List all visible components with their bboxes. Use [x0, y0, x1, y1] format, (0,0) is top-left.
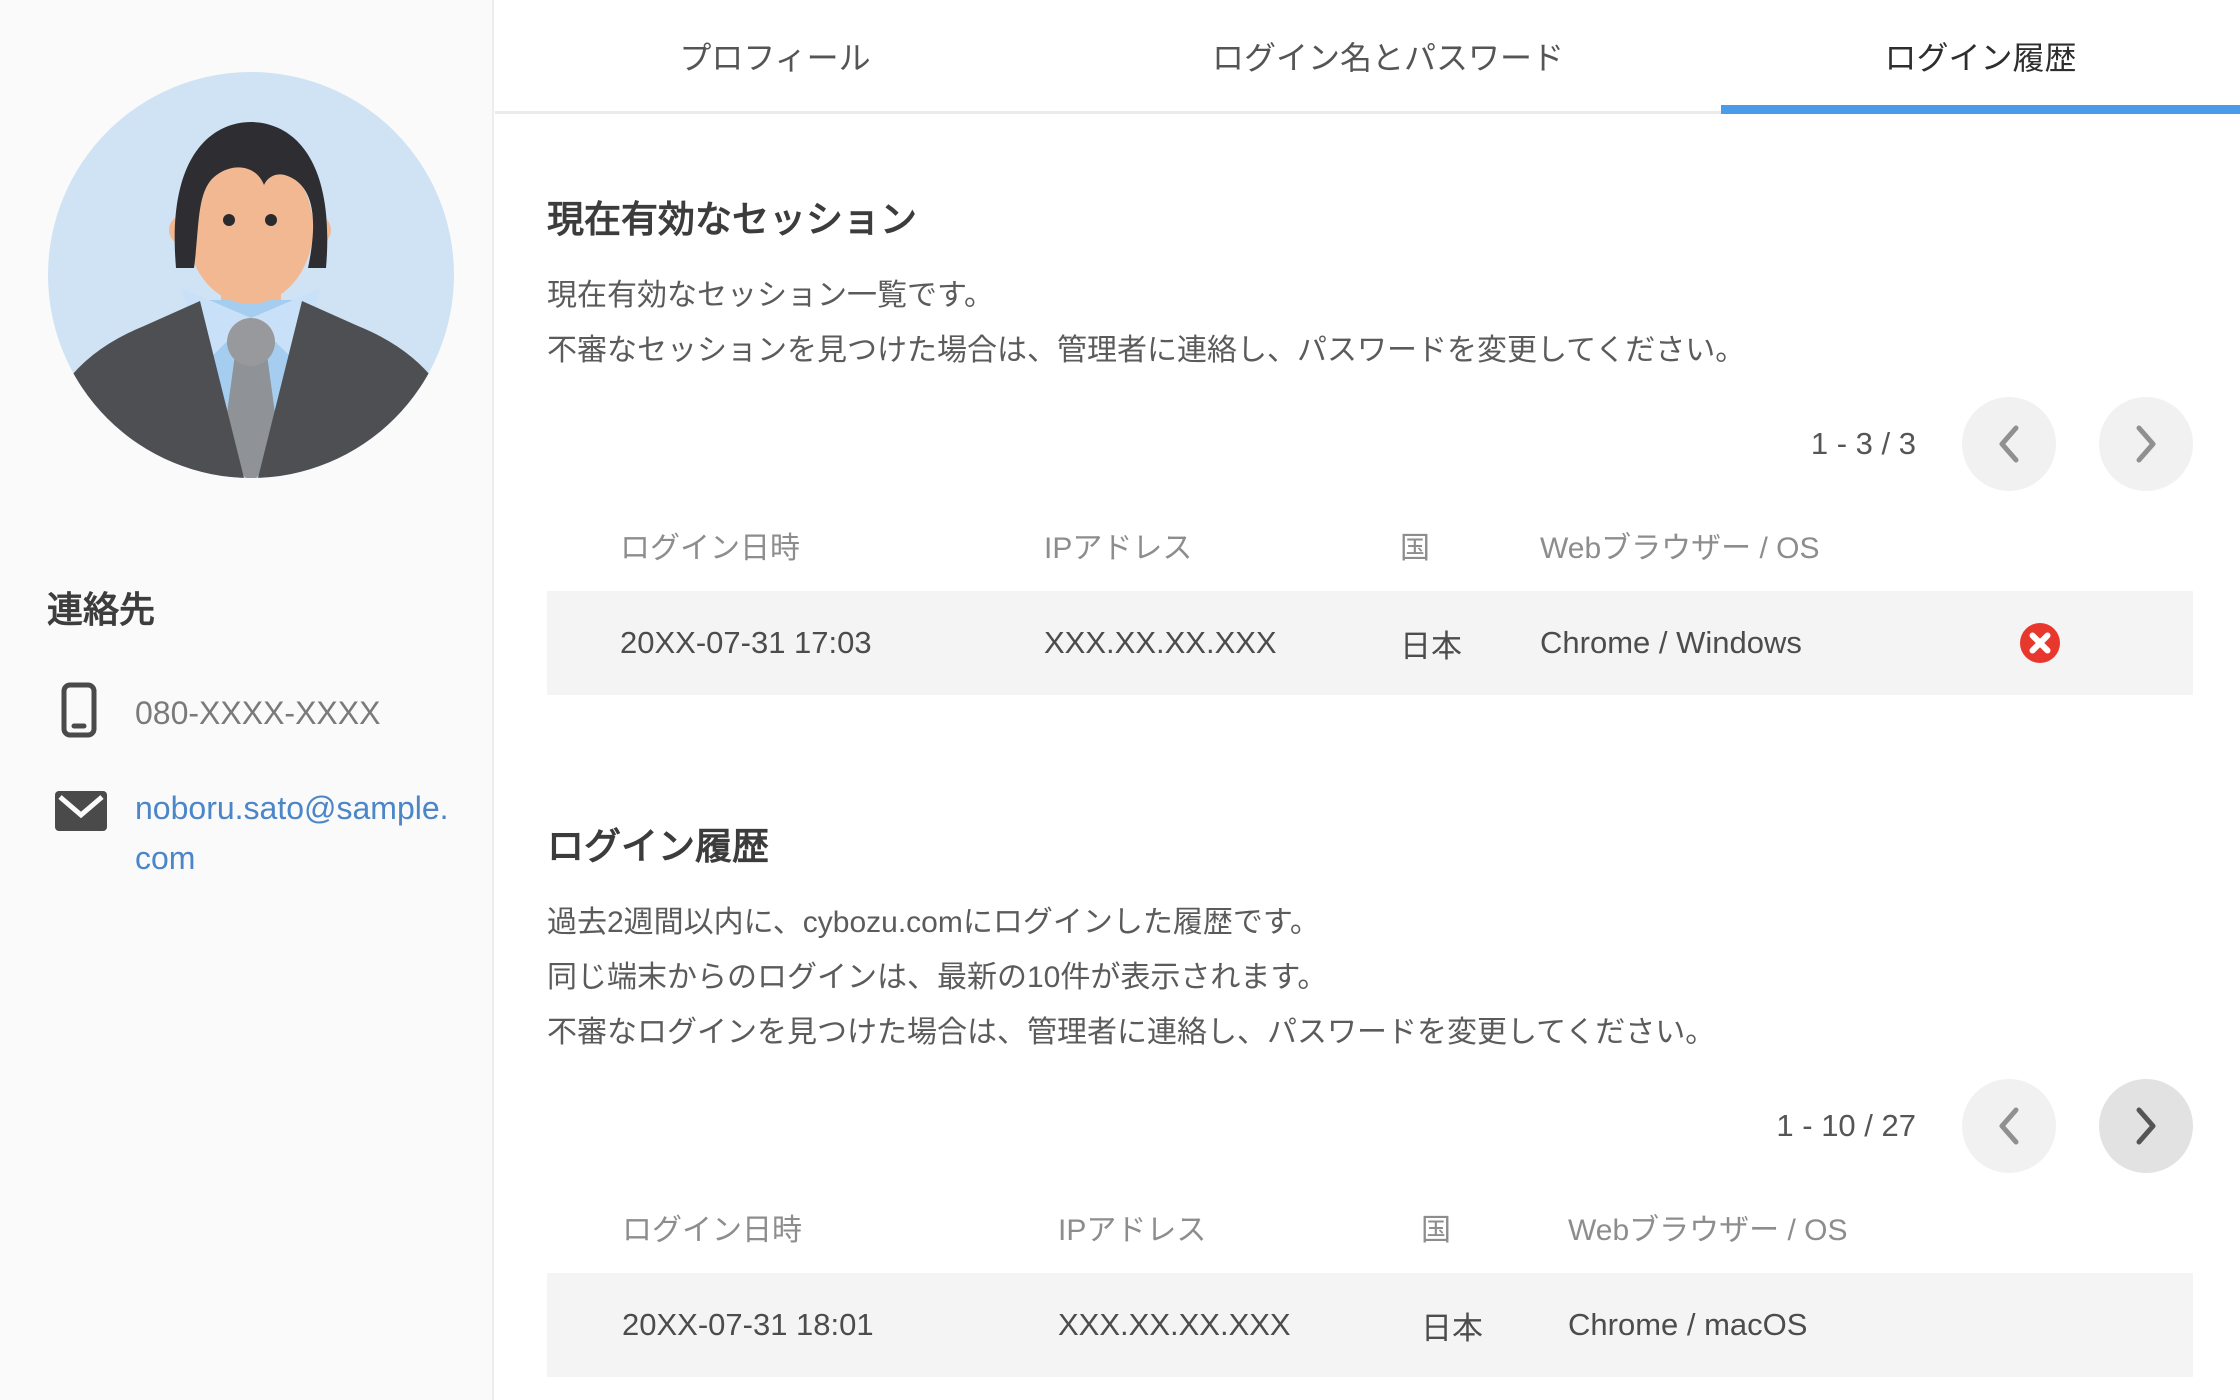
description-line: 不審なセッションを見つけた場合は、管理者に連絡し、パスワードを変更してください。: [547, 323, 2193, 378]
history-pagination: 1 - 10 / 27: [547, 1079, 2193, 1173]
session-browser-os: Chrome / Windows: [1540, 625, 1802, 661]
history-prev-page-button[interactable]: [1962, 1079, 2056, 1173]
history-country: 日本: [1421, 1303, 1568, 1348]
contact-phone-row: 080-XXXX-XXXX: [47, 682, 467, 743]
column-header-ip: IPアドレス: [1044, 523, 1400, 567]
column-header-browser-os: Webブラウザー / OS: [1568, 1205, 2193, 1249]
contact-email-link[interactable]: noboru.sato@sample.com: [135, 783, 455, 883]
history-datetime: 20XX-07-31 18:01: [622, 1307, 1058, 1343]
user-login-history-page: { "sidebar": { "avatar_icon": "user-avat…: [0, 0, 2240, 1400]
session-country: 日本: [1400, 621, 1540, 666]
history-ip: XXX.XX.XX.XXX: [1058, 1307, 1421, 1343]
delete-session-button[interactable]: [2019, 622, 2061, 664]
user-avatar-illustration: [48, 72, 454, 478]
chevron-left-icon: [1994, 422, 2024, 466]
contact-heading: 連絡先: [47, 588, 467, 632]
contact-phone: 080-XXXX-XXXX: [135, 687, 380, 739]
column-header-country: 国: [1400, 523, 1540, 567]
sessions-table-header: ログイン日時 IPアドレス 国 Webブラウザー / OS: [547, 515, 2193, 575]
history-table-header: ログイン日時 IPアドレス 国 Webブラウザー / OS: [547, 1197, 2193, 1257]
sessions-page-range: 1 - 3 / 3: [1811, 426, 1916, 462]
login-history-description: 過去2週間以内に、cybozu.comにログインした履歴です。 同じ端末からのロ…: [547, 895, 2193, 1060]
session-ip: XXX.XX.XX.XXX: [1044, 625, 1400, 661]
description-line: 同じ端末からのログインは、最新の10件が表示されます。: [547, 950, 2193, 1005]
tab-bar: プロフィール ログイン名とパスワード ログイン履歴: [495, 0, 2240, 114]
history-page-range: 1 - 10 / 27: [1776, 1108, 1916, 1144]
chevron-right-icon: [2131, 1104, 2161, 1148]
chevron-left-icon: [1994, 1104, 2024, 1148]
column-header-datetime: ログイン日時: [620, 523, 1044, 567]
column-header-country: 国: [1421, 1205, 1568, 1249]
circle-x-icon: [2019, 622, 2061, 664]
active-sessions-description: 現在有効なセッション一覧です。 不審なセッションを見つけた場合は、管理者に連絡し…: [547, 268, 2193, 378]
tab-login-history[interactable]: ログイン履歴: [1721, 0, 2240, 111]
active-sessions-title: 現在有効なセッション: [547, 198, 2193, 242]
active-sessions-section: 現在有効なセッション 現在有効なセッション一覧です。 不審なセッションを見つけた…: [547, 198, 2193, 695]
session-browser-cell: Chrome / Windows: [1540, 622, 2193, 664]
session-table-row: 20XX-07-31 17:03 XXX.XX.XX.XXX 日本 Chrome…: [547, 591, 2193, 695]
user-avatar: [48, 72, 454, 478]
description-line: 不審なログインを見つけた場合は、管理者に連絡し、パスワードを変更してください。: [547, 1005, 2193, 1060]
main-panel: プロフィール ログイン名とパスワード ログイン履歴 現在有効なセッション 現在有…: [495, 0, 2240, 1400]
contact-section: 連絡先 080-XXXX-XXXX noboru.sato@sample.com: [47, 588, 467, 923]
description-line: 現在有効なセッション一覧です。: [547, 268, 2193, 323]
mobile-phone-icon: [61, 682, 97, 743]
tab-content: 現在有効なセッション 現在有効なセッション一覧です。 不審なセッションを見つけた…: [495, 198, 2240, 1377]
column-header-browser-os: Webブラウザー / OS: [1540, 523, 2193, 567]
history-next-page-button[interactable]: [2099, 1079, 2193, 1173]
description-line: 過去2週間以内に、cybozu.comにログインした履歴です。: [547, 895, 2193, 950]
history-browser-os: Chrome / macOS: [1568, 1307, 2193, 1343]
login-history-title: ログイン履歴: [547, 825, 2193, 869]
sessions-pagination: 1 - 3 / 3: [547, 397, 2193, 491]
history-table-row: 20XX-07-31 18:01 XXX.XX.XX.XXX 日本 Chrome…: [547, 1273, 2193, 1377]
column-header-datetime: ログイン日時: [622, 1205, 1058, 1249]
profile-sidebar: 連絡先 080-XXXX-XXXX noboru.sato@sample.com: [0, 0, 494, 1400]
sessions-next-page-button[interactable]: [2099, 397, 2193, 491]
login-history-section: ログイン履歴 過去2週間以内に、cybozu.comにログインした履歴です。 同…: [547, 825, 2193, 1377]
contact-email-row: noboru.sato@sample.com: [47, 783, 467, 883]
mail-icon: [55, 791, 107, 836]
column-header-ip: IPアドレス: [1058, 1205, 1421, 1249]
tab-profile[interactable]: プロフィール: [495, 0, 1055, 111]
chevron-right-icon: [2131, 422, 2161, 466]
sessions-prev-page-button[interactable]: [1962, 397, 2056, 491]
tab-login-name-password[interactable]: ログイン名とパスワード: [1055, 0, 1721, 111]
session-datetime: 20XX-07-31 17:03: [620, 625, 1044, 661]
